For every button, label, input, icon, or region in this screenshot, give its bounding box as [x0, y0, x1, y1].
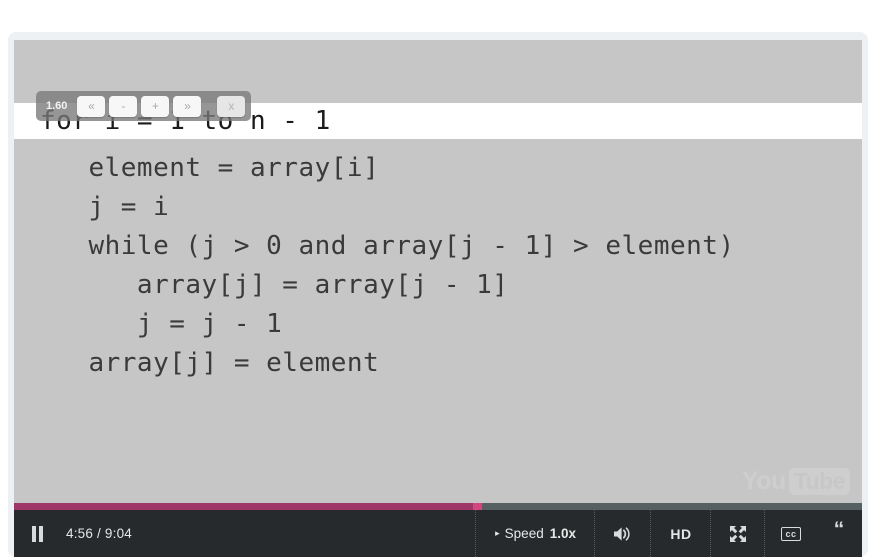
code-line-3: j = i: [40, 192, 170, 222]
code-line-6: j = j - 1: [40, 309, 283, 339]
speed-caret-icon: ▸: [495, 528, 500, 538]
quote-icon: “: [833, 517, 845, 541]
speed-widget-spacer: [203, 106, 217, 107]
code-line-5: array[j] = array[j - 1]: [40, 270, 509, 300]
hd-quality-button[interactable]: HD: [652, 510, 710, 557]
cc-icon: cc: [781, 526, 801, 541]
transcript-button[interactable]: “: [816, 506, 862, 557]
control-bar-right-group: ▸ Speed 1.0x HD cc “: [475, 510, 862, 557]
closed-captions-button[interactable]: cc: [766, 510, 816, 557]
volume-button[interactable]: [596, 510, 650, 557]
control-bar-left-group: 4:56 / 9:04: [14, 510, 475, 557]
progress-bar-track[interactable]: [14, 503, 862, 510]
player-control-bar[interactable]: 4:56 / 9:04 ▸ Speed 1.0x HD cc “: [14, 510, 862, 557]
youtube-logo-tube: Tube: [788, 468, 850, 495]
fullscreen-button[interactable]: [712, 510, 764, 557]
speed-overlay-value: 1.60: [46, 100, 68, 112]
progress-bar-fill: [14, 503, 477, 510]
video-frame[interactable]: for i = 1 to n - 1 element = array[i] j …: [14, 40, 862, 502]
video-player[interactable]: for i = 1 to n - 1 element = array[i] j …: [14, 40, 862, 557]
code-line-7: array[j] = element: [40, 348, 380, 378]
speed-rewind-much-button[interactable]: «: [77, 95, 106, 117]
time-display: 4:56 / 9:04: [66, 526, 133, 541]
youtube-logo-you: You: [741, 467, 786, 495]
code-line-4: while (j > 0 and array[j - 1] > element): [40, 231, 735, 261]
speed-menu-label: Speed: [504, 526, 544, 541]
pause-button[interactable]: [14, 510, 60, 557]
volume-icon: [614, 526, 630, 541]
screenshot-root: for i = 1 to n - 1 element = array[i] j …: [0, 0, 876, 557]
speed-control-overlay[interactable]: 1.60 « - + » x: [36, 91, 252, 121]
youtube-logo-watermark[interactable]: You Tube: [742, 467, 850, 496]
speed-increase-button[interactable]: +: [141, 95, 170, 117]
fullscreen-icon: [730, 525, 746, 542]
speed-decrease-button[interactable]: -: [109, 95, 138, 117]
code-line-2: element = array[i]: [40, 153, 380, 183]
speed-menu-value: 1.0x: [549, 526, 576, 541]
speed-forward-much-button[interactable]: »: [173, 95, 202, 117]
speed-menu-button[interactable]: ▸ Speed 1.0x: [477, 510, 594, 557]
speed-overlay-close-button[interactable]: x: [217, 95, 246, 117]
pause-icon: [31, 525, 44, 542]
progress-bar-handle[interactable]: [473, 503, 482, 510]
